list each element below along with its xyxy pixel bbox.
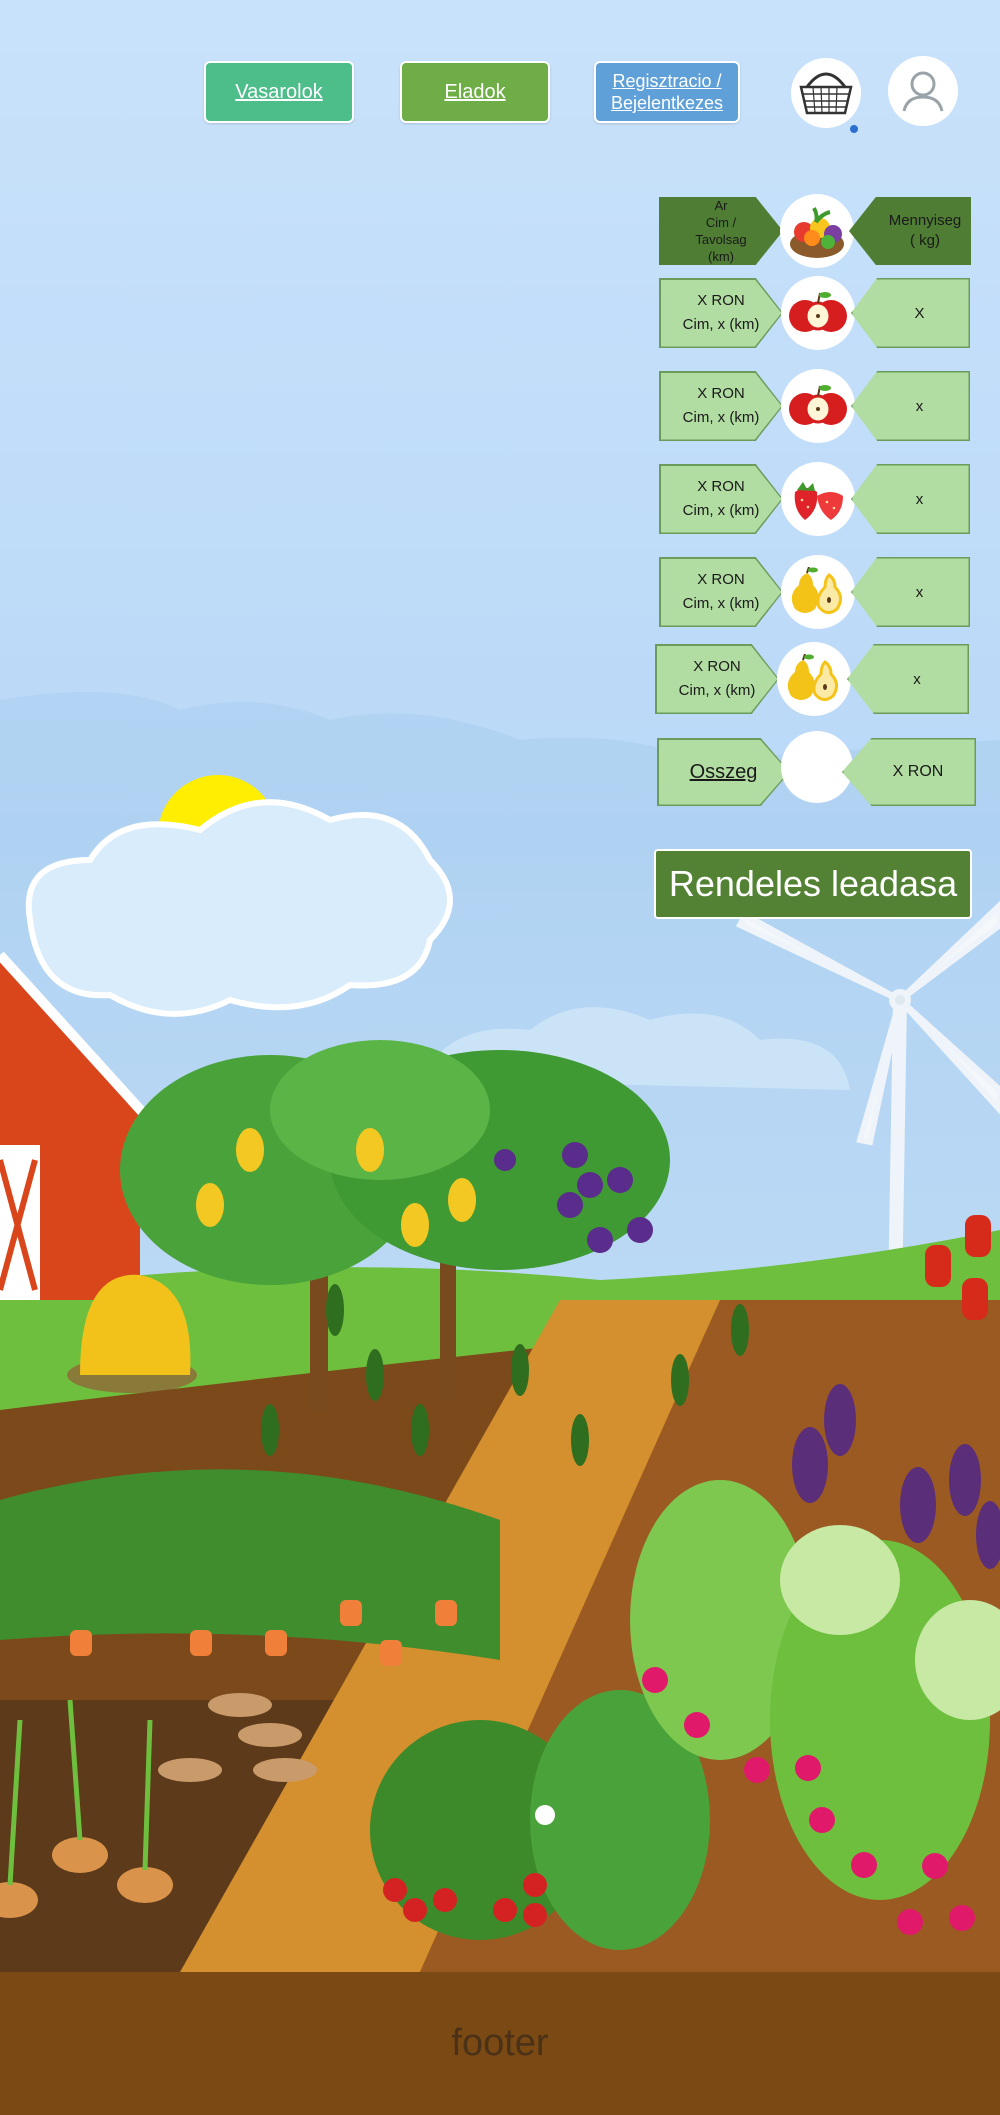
basket-button[interactable] <box>791 58 861 128</box>
pear-icon <box>777 642 851 716</box>
price-value: X RON <box>697 292 745 309</box>
register-login-button[interactable]: Regisztracio / Bejelentkezes <box>594 61 740 123</box>
place-order-button[interactable]: Rendeles leadasa <box>654 849 972 919</box>
user-icon <box>902 71 944 112</box>
price-value: X RON <box>693 658 741 675</box>
total-value: X RON <box>843 739 975 805</box>
pear-icon <box>781 555 855 629</box>
footer: footer <box>0 1972 1000 2115</box>
footer-text: footer <box>451 2022 549 2064</box>
quantity-value: x <box>852 558 969 626</box>
price-value: X RON <box>697 571 745 588</box>
address-value: Cim, x (km) <box>682 595 760 612</box>
address-header-label: Cim / <box>705 215 737 230</box>
apple-icon <box>781 369 855 443</box>
total-label: Osszeg <box>658 739 789 805</box>
address-value: Cim, x (km) <box>678 682 756 699</box>
distance-unit-label: (km) <box>708 249 734 264</box>
quantity-value: X <box>852 279 969 347</box>
quantity-value: x <box>852 465 969 533</box>
basket-badge-dot <box>850 125 858 133</box>
price-value: X RON <box>697 478 745 495</box>
price-header-label: Ar <box>714 198 728 213</box>
buyers-button[interactable]: Vasarolok <box>204 61 354 123</box>
address-value: Cim, x (km) <box>682 502 760 519</box>
quantity-value: x <box>848 645 968 713</box>
quantity-unit-label: ( kg) <box>910 232 940 249</box>
login-label: Bejelentkezes <box>610 93 724 113</box>
distance-header-label: Tavolsag <box>695 232 747 247</box>
address-value: Cim, x (km) <box>682 316 760 333</box>
price-value: X RON <box>697 385 745 402</box>
basket-icon <box>799 72 853 115</box>
user-profile-button[interactable] <box>888 56 958 126</box>
quantity-value: x <box>852 372 969 440</box>
strawberry-icon <box>781 462 855 536</box>
sellers-button[interactable]: Eladok <box>400 61 550 123</box>
total-empty-circle <box>781 731 853 803</box>
apple-icon <box>781 276 855 350</box>
quantity-header-label: Mennyiseg <box>888 212 962 229</box>
mixed-fruits-icon <box>780 194 854 268</box>
register-label: Regisztracio / <box>612 71 722 91</box>
address-value: Cim, x (km) <box>682 409 760 426</box>
